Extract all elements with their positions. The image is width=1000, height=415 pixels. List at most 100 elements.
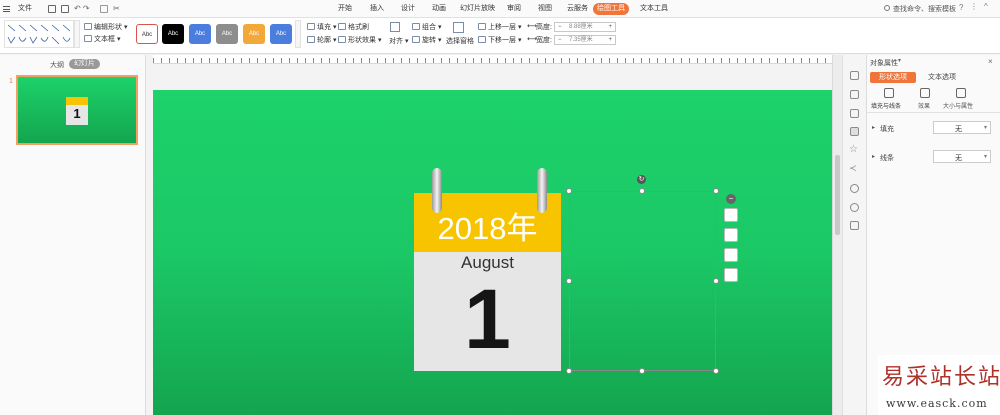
help-circle-icon[interactable] <box>850 203 859 212</box>
tab-cloud[interactable]: 云服务 <box>563 3 592 15</box>
align-label: 对齐 <box>389 38 403 45</box>
tab-review[interactable]: 审阅 <box>503 3 525 15</box>
tab-outline[interactable]: 大纲 <box>50 60 64 70</box>
height-decrement[interactable]: − <box>558 23 562 31</box>
shape-effect-icon <box>338 36 346 43</box>
tab-slideshow[interactable]: 幻灯片放映 <box>456 3 499 15</box>
effects-icon[interactable] <box>850 109 859 118</box>
line-select[interactable]: 无 ▾ <box>933 150 991 163</box>
subtab-size[interactable]: 大小与属性 <box>943 101 973 110</box>
tab-text-options[interactable]: 文本选项 <box>922 72 962 83</box>
resize-handle-s[interactable] <box>639 368 645 374</box>
tab-design[interactable]: 设计 <box>397 3 419 15</box>
panel-close-icon[interactable]: × <box>988 57 993 66</box>
fill-bucket-icon[interactable] <box>724 248 738 262</box>
layer-icon[interactable] <box>724 208 738 222</box>
cut-icon[interactable]: ✂ <box>113 4 120 13</box>
save-icon[interactable] <box>48 5 56 13</box>
align-button[interactable]: 对齐 ▾ <box>389 37 408 46</box>
format-icon[interactable] <box>100 5 108 13</box>
copy-icon[interactable] <box>850 90 859 99</box>
shape-style-3[interactable]: Abc <box>189 24 211 44</box>
resize-handle-ne[interactable] <box>713 188 719 194</box>
rotate-button[interactable]: 旋转 ▾ <box>412 36 441 45</box>
shape-style-6-label: Abc <box>275 31 287 37</box>
edit-shape-button[interactable]: 编辑形状 ▾ <box>84 23 127 32</box>
style-scroll[interactable] <box>295 20 301 48</box>
bring-forward-button[interactable]: 上移一层 ▾ <box>478 23 521 32</box>
resize-handle-sw[interactable] <box>566 368 572 374</box>
group-button[interactable]: 组合 ▾ <box>412 23 441 32</box>
print-icon[interactable] <box>61 5 69 13</box>
width-decrement[interactable]: − <box>558 36 562 44</box>
shape-style-4[interactable]: Abc <box>216 24 238 44</box>
vertical-scrollbar[interactable] <box>832 55 842 415</box>
rotate-handle-icon[interactable]: ↻ <box>637 175 646 184</box>
shape-style-2[interactable]: Abc <box>162 24 184 44</box>
panel-title-dropdown-icon[interactable]: ▾ <box>898 57 901 64</box>
fill-button[interactable]: 填充 ▾ <box>307 23 336 32</box>
scrollbar-thumb[interactable] <box>835 155 840 235</box>
bring-forward-label: 上移一层 <box>488 24 516 31</box>
outline-box-icon[interactable] <box>724 268 738 282</box>
line-expand-icon[interactable]: ▸ <box>872 153 875 160</box>
tab-text-tools[interactable]: 文本工具 <box>636 3 672 15</box>
send-backward-button[interactable]: 下移一层 ▾ <box>478 36 521 45</box>
selected-textbox[interactable] <box>569 191 716 371</box>
more-icon[interactable]: ⋮ <box>970 2 978 11</box>
resize-handle-se[interactable] <box>713 368 719 374</box>
star-icon[interactable]: ☆ <box>849 144 858 155</box>
search-command-input[interactable]: 查找命令、搜索模板 <box>893 4 956 14</box>
width-increment[interactable]: + <box>608 36 612 44</box>
select-pane-button[interactable]: 选择窗格 <box>446 37 474 46</box>
collapse-toolbar-icon[interactable]: − <box>726 194 736 204</box>
calendar-body[interactable]: August 1 <box>414 252 561 371</box>
gallery-scroll[interactable] <box>74 20 80 48</box>
fill-expand-icon[interactable]: ▸ <box>872 124 875 131</box>
width-input[interactable]: − 7.35厘米 + <box>554 35 616 45</box>
properties-icon[interactable] <box>850 127 859 136</box>
outline-button[interactable]: 轮廓 ▾ <box>307 36 336 45</box>
share-icon[interactable]: ≺ <box>849 163 857 174</box>
resize-handle-e[interactable] <box>713 278 719 284</box>
collapse-icon[interactable]: ^ <box>984 2 988 11</box>
tab-slides[interactable]: 幻灯片 <box>69 59 100 69</box>
history-icon[interactable] <box>850 184 859 193</box>
watermark: 易采站长站 www.easck.com <box>878 355 1000 415</box>
shape-style-5[interactable]: Abc <box>243 24 265 44</box>
format-brush-label: 格式刷 <box>348 24 369 31</box>
resize-handle-n[interactable] <box>639 188 645 194</box>
resize-handle-w[interactable] <box>566 278 572 284</box>
format-brush-button[interactable]: 格式刷 <box>338 23 369 32</box>
pen-icon[interactable] <box>724 228 738 242</box>
edit-shape-icon <box>84 23 92 30</box>
textbox-button[interactable]: 文本框 ▾ <box>84 35 120 44</box>
shape-effect-button[interactable]: 形状效果 ▾ <box>338 36 381 45</box>
file-menu[interactable]: 文件 <box>14 3 36 15</box>
tab-drawing-tools[interactable]: 绘图工具 <box>593 3 629 15</box>
undo-redo-icons[interactable]: ↶ ↷ <box>74 4 90 13</box>
apps-icon[interactable] <box>850 221 859 230</box>
thumb-calendar-day: 1 <box>73 106 81 121</box>
tab-animation[interactable]: 动画 <box>428 3 450 15</box>
shape-style-1-label: Abc <box>141 32 153 38</box>
height-input[interactable]: − 8.88厘米 + <box>554 22 616 32</box>
subtab-effect[interactable]: 效果 <box>918 101 930 110</box>
shape-gallery[interactable] <box>4 20 74 48</box>
slide-thumbnail-1[interactable]: 1 <box>16 75 138 145</box>
tab-insert[interactable]: 插入 <box>366 3 388 15</box>
tab-view[interactable]: 视图 <box>534 3 556 15</box>
shape-style-6[interactable]: Abc <box>270 24 292 44</box>
shape-icon[interactable] <box>850 71 859 80</box>
calendar-ring-left <box>432 168 442 213</box>
tab-home[interactable]: 开始 <box>334 3 356 15</box>
shape-style-1[interactable]: Abc <box>136 24 158 44</box>
shape-style-2-label: Abc <box>167 31 179 37</box>
help-icon[interactable]: ? <box>959 3 963 12</box>
resize-handle-nw[interactable] <box>566 188 572 194</box>
horizontal-ruler[interactable] <box>153 55 832 64</box>
outline-label: 轮廓 <box>317 37 331 44</box>
height-increment[interactable]: + <box>608 23 612 31</box>
fill-select[interactable]: 无 ▾ <box>933 121 991 134</box>
tab-shape-options[interactable]: 形状选项 <box>870 72 916 83</box>
